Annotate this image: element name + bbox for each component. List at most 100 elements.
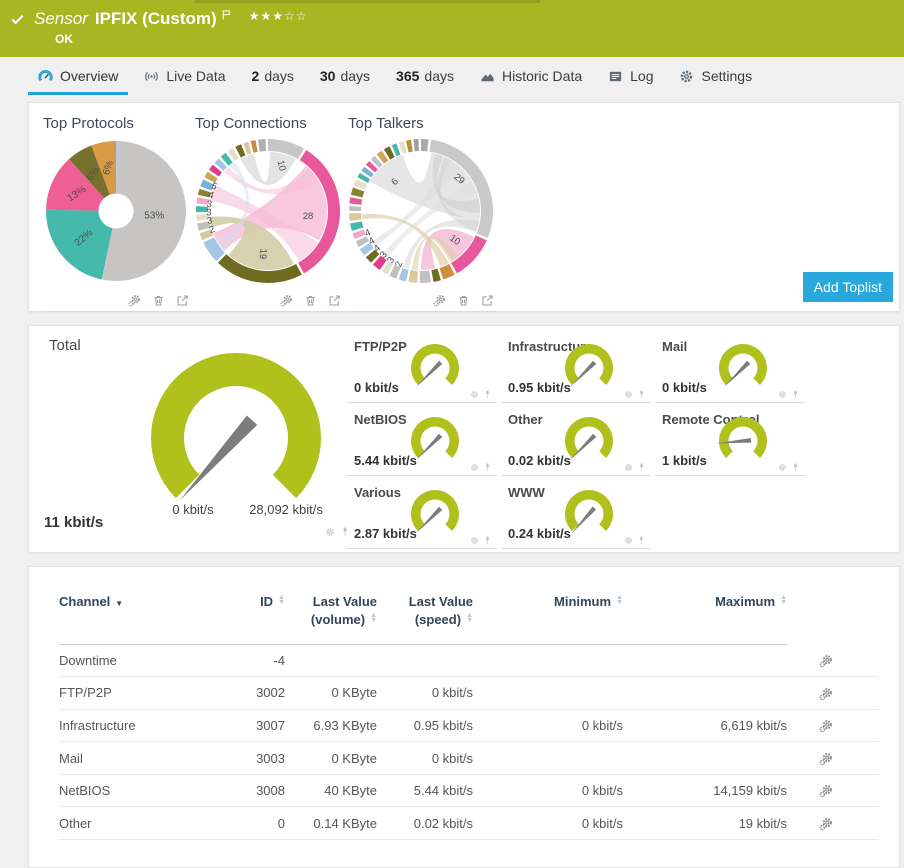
column-header-last-value-volume-[interactable]: Last Value (volume) ▲ ▼ (285, 581, 377, 646)
add-toplist-button[interactable]: Add Toplist (802, 272, 893, 302)
toplist-chart[interactable]: 29106233444 (346, 136, 496, 286)
log-icon (609, 70, 622, 82)
gauge-pin-icon[interactable] (637, 536, 646, 545)
gauge-channel-value: 0.24 kbit/s (508, 526, 571, 541)
cell-channel: Other (59, 806, 215, 840)
toplist-edit-gear-icon[interactable] (280, 294, 293, 307)
gauge-settings-gear-icon[interactable] (778, 463, 787, 472)
toplist-open-external-link-icon[interactable] (328, 294, 341, 307)
cell-action (787, 774, 879, 808)
channel-edit-gear-icon[interactable] (819, 784, 833, 799)
table-row[interactable]: Infrastructure 3007 6.93 KByte 0.95 kbit/s 0… (59, 709, 879, 743)
chart-value-label: 28 (303, 211, 314, 222)
total-gauge-value: 11 kbit/s (44, 514, 104, 531)
gauge-channel-value: 0 kbit/s (354, 380, 399, 395)
toplist-card-top-talkers: Top Talkers 29 10 6 2 3 3 4 4 4 (346, 113, 496, 312)
gauge-settings-gear-icon[interactable] (778, 390, 787, 399)
channel-table-panel: Channel ▼ ID ▲ ▼ Last Value (volume) ▲ ▼ Last Va… (28, 566, 900, 868)
tab-live-data[interactable]: Live Data (144, 57, 226, 95)
toplist-delete-trash-icon[interactable] (152, 294, 165, 307)
cell-max: 6,619 kbit/s (623, 709, 787, 743)
gear-icon (681, 70, 693, 82)
gauge-pin-icon[interactable] (483, 390, 492, 399)
cell-max (623, 644, 787, 678)
gauge-pin-icon[interactable] (637, 390, 646, 399)
sensor-name: IPFIX (Custom) (94, 9, 217, 28)
cell-action (787, 741, 879, 775)
toplist-edit-gear-icon[interactable] (433, 294, 446, 307)
table-row[interactable]: Mail 3003 0 KByte 0 kbit/s (59, 741, 879, 775)
gauge-settings-gear-icon[interactable] (624, 463, 633, 472)
gauge-settings-gear-icon[interactable] (470, 463, 479, 472)
tab-settings[interactable]: Settings (679, 57, 752, 95)
total-gauge-settings-gear-icon[interactable] (325, 527, 335, 537)
column-header-channel[interactable]: Channel ▼ (59, 581, 215, 646)
channel-gauge (719, 344, 767, 388)
toplist-open-external-link-icon[interactable] (481, 294, 494, 307)
tab-30-days[interactable]: 30 days (320, 57, 370, 95)
tab-historic-data[interactable]: Historic Data (480, 57, 582, 95)
channel-gauge-grid: FTP/P2P 0 kbit/s Infrastructure 0.95 kbit/s… (347, 331, 805, 549)
table-row[interactable]: FTP/P2P 3002 0 KByte 0 kbit/s (59, 676, 879, 710)
gauge-pin-icon[interactable] (637, 463, 646, 472)
table-row[interactable]: Downtime -4 (59, 644, 879, 678)
priority-flag-icon[interactable] (221, 9, 233, 21)
gauge-card-mail: Mail 0 kbit/s (655, 331, 805, 403)
gauge-settings-gear-icon[interactable] (624, 536, 633, 545)
gauge-settings-gear-icon[interactable] (470, 390, 479, 399)
cell-speed: 0 kbit/s (377, 741, 473, 775)
gauge-channel-value: 5.44 kbit/s (354, 453, 417, 468)
gauge-settings-gear-icon[interactable] (624, 390, 633, 399)
channel-gauge (716, 417, 767, 458)
table-row[interactable]: Other 0 0.14 KByte 0.02 kbit/s 0 kbit/s 19 kb… (59, 806, 879, 840)
toplist-open-external-link-icon[interactable] (176, 294, 189, 307)
toplist-title: Top Talkers (348, 115, 424, 132)
channel-edit-gear-icon[interactable] (819, 817, 833, 831)
gauge-pin-icon[interactable] (483, 463, 492, 472)
gauge-card-infrastructure: Infrastructure 0.95 kbit/s (501, 331, 651, 403)
tab-365-days[interactable]: 365 days (396, 57, 454, 95)
cell-min: 0 kbit/s (473, 709, 623, 743)
toplist-title: Top Connections (195, 115, 307, 132)
tab-number: 2 (251, 68, 260, 84)
star-rating[interactable]: ★★★☆☆ (249, 9, 308, 23)
channel-edit-gear-icon[interactable] (819, 654, 833, 668)
gauge-card-ftp-p2p: FTP/P2P 0 kbit/s (347, 331, 497, 403)
toplist-chart[interactable]: 53%22%13%6% 6% (41, 136, 191, 286)
cell-min: 0 kbit/s (473, 774, 623, 808)
gauge-pin-icon[interactable] (483, 536, 492, 545)
cell-id: 3008 (215, 774, 285, 808)
cell-channel: Infrastructure (59, 709, 215, 743)
channel-gauge (411, 344, 459, 388)
channel-edit-gear-icon[interactable] (819, 687, 833, 701)
toplist-edit-gear-icon[interactable] (128, 294, 141, 307)
cell-max: 19 kbit/s (623, 806, 787, 840)
cell-channel: Downtime (59, 644, 215, 678)
toplist-delete-trash-icon[interactable] (457, 294, 470, 307)
toplist-delete-trash-icon[interactable] (304, 294, 317, 307)
cell-id: 3003 (215, 741, 285, 775)
gauge-pin-icon[interactable] (791, 390, 800, 399)
tab-2-days[interactable]: 2 days (252, 57, 294, 95)
column-header-id[interactable]: ID ▲ ▼ (215, 581, 285, 646)
column-header-minimum[interactable]: Minimum ▲ ▼ (473, 581, 623, 646)
gauge-pin-icon[interactable] (791, 463, 800, 472)
table-row[interactable]: NetBIOS 3008 40 KByte 5.44 kbit/s 0 kbit/s 14… (59, 774, 879, 808)
tab-log[interactable]: Log (608, 57, 653, 95)
sort-arrows-icon: ▲ ▼ (466, 611, 473, 624)
gauge-settings-gear-icon[interactable] (470, 536, 479, 545)
cell-speed (377, 644, 473, 678)
toplist-chart[interactable]: 102819233345 (193, 136, 343, 286)
tab-overview[interactable]: Overview (27, 57, 129, 95)
gauge-card-remote-control: Remote Control 1 kbit/s (655, 404, 805, 476)
channel-edit-gear-icon[interactable] (819, 752, 833, 766)
cell-speed: 0.02 kbit/s (377, 806, 473, 840)
channel-edit-gear-icon[interactable] (819, 719, 833, 733)
chart-icon (481, 73, 494, 81)
column-header-maximum[interactable]: Maximum ▲ ▼ (623, 581, 787, 646)
cell-speed: 0.95 kbit/s (377, 709, 473, 743)
cell-speed: 5.44 kbit/s (377, 774, 473, 808)
gauge-channel-name: WWW (508, 485, 545, 500)
column-header-last-value-speed-[interactable]: Last Value (speed) ▲ ▼ (377, 581, 473, 646)
gauge-icon (38, 69, 53, 82)
